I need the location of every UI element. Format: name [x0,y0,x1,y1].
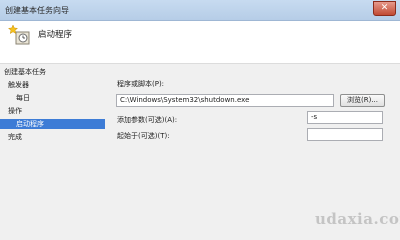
wizard-steps: 创建基本任务 触发器 每日 操作 启动程序 完成 [0,64,105,234]
nav-item-action[interactable]: 操作 [8,106,22,116]
title-bar: 创建基本任务向导 ✕ [0,0,400,21]
args-input[interactable]: -s [307,111,383,124]
start-in-input[interactable] [307,128,383,141]
start-in-label: 起始于(可选)(T): [117,132,170,140]
nav-item-start-program[interactable]: 启动程序 [0,119,105,129]
browse-button[interactable]: 浏览(R)... [340,94,385,107]
close-button[interactable]: ✕ [373,1,396,16]
task-wizard-icon [8,24,30,45]
nav-item-daily[interactable]: 每日 [16,93,30,103]
window-title: 创建基本任务向导 [5,6,69,15]
args-label: 添加参数(可选)(A): [117,116,178,124]
watermark: udaxia.com [315,210,400,228]
nav-item-finish[interactable]: 完成 [8,132,22,142]
nav-section-label: 创建基本任务 [4,68,46,76]
program-label: 程序或脚本(P): [117,80,165,88]
program-input[interactable]: C:\Windows\System32\shutdown.exe [116,94,334,107]
nav-item-trigger[interactable]: 触发器 [8,80,29,90]
wizard-header: 启动程序 [0,21,400,64]
page-title: 启动程序 [38,30,73,40]
